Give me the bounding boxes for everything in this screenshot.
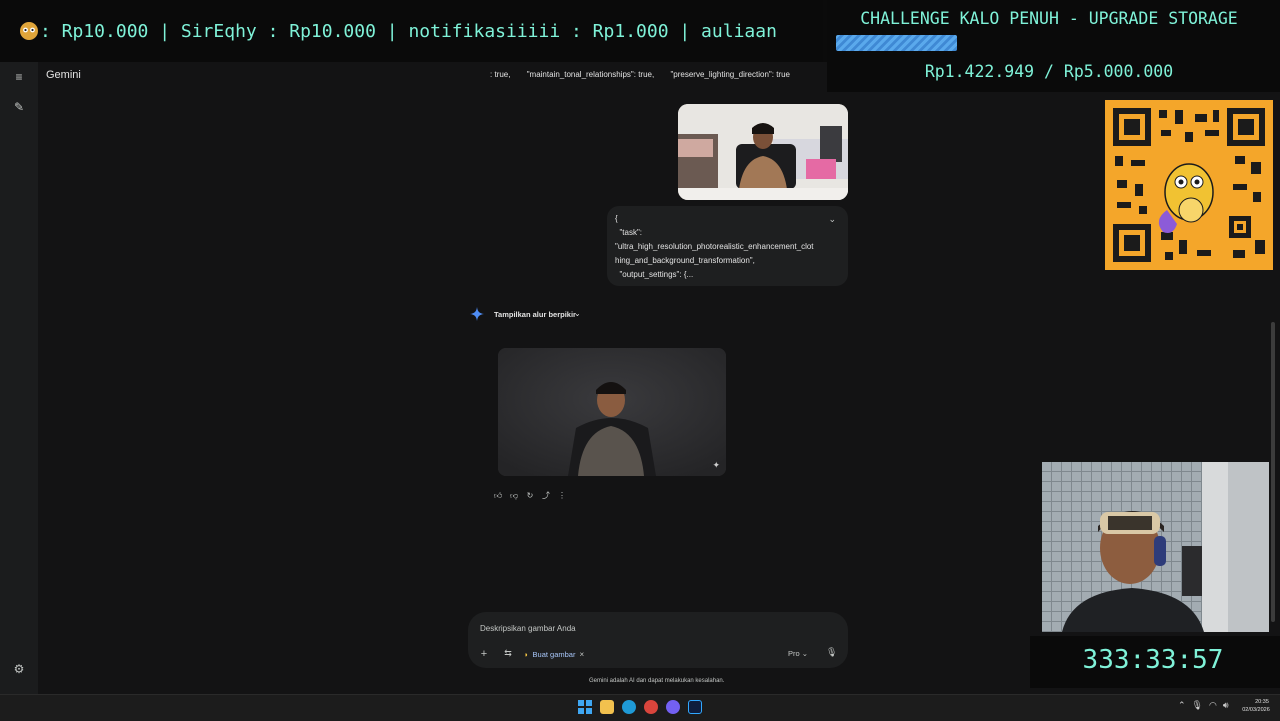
windows-start-icon[interactable] (578, 700, 592, 714)
wifi-icon[interactable]: ◠ (1209, 700, 1217, 711)
clock-time[interactable]: 20:35 (1250, 699, 1274, 705)
create-image-chip[interactable]: ◗ Buat gambar × (524, 647, 584, 661)
challenge-progress-fill (836, 35, 957, 51)
snippet-part: : true, (490, 70, 511, 79)
prompt-input-placeholder[interactable]: Deskripsikan gambar Anda (480, 624, 576, 633)
scrollbar[interactable] (1271, 322, 1275, 622)
response-actions: 👍︎ 👎︎ ↻ ⤴ ⋮ (492, 490, 568, 502)
photoshop-icon[interactable] (688, 700, 702, 714)
uploaded-photo-illustration (678, 104, 848, 200)
chevron-up-icon[interactable]: ⌃ (1178, 700, 1186, 711)
expand-chevron-icon[interactable]: ⌄ (828, 212, 836, 226)
discord-icon[interactable] (666, 700, 680, 714)
thumbs-up-icon[interactable]: 👍︎ (492, 490, 504, 502)
chevron-down-icon[interactable]: ⌄ (574, 309, 581, 318)
user-prompt-bubble: { "task": "ultra_high_resolution_photore… (607, 206, 848, 286)
edit-icon[interactable]: ✎ (10, 98, 28, 116)
challenge-panel: CHALLENGE KALO PENUH - UPGRADE STORAGE R… (827, 0, 1280, 92)
volume-icon[interactable]: 🔊︎ (1223, 700, 1229, 711)
system-tray: ⌃ 🎙︎ ◠ 🔊︎ (1178, 700, 1229, 711)
model-selector[interactable]: Pro ⌄ (788, 649, 808, 658)
mascot-icon (20, 22, 38, 40)
settings-icon[interactable]: ⚙ (10, 660, 28, 678)
taskbar (0, 694, 1280, 721)
challenge-amount: Rp1.422.949 / Rp5.000.000 (924, 62, 1174, 81)
file-explorer-icon[interactable] (600, 700, 614, 714)
snippet-part: "maintain_tonal_relationships": true, (526, 70, 655, 79)
refresh-icon[interactable]: ↻ (524, 490, 536, 502)
menu-icon[interactable]: ≡ (10, 68, 28, 86)
disclaimer-text: Gemini adalah AI dan dapat melakukan kes… (589, 678, 725, 684)
chip-label: Buat gambar (532, 649, 576, 659)
countdown-timer: 333:33:57 (1082, 645, 1224, 675)
previous-prompt-snippet: : true, "maintain_tonal_relationships": … (490, 70, 822, 79)
show-thinking-toggle[interactable]: Tampilkan alur berpikir (494, 310, 576, 319)
sparkle-icon (470, 307, 484, 321)
donation-qr-code (1105, 100, 1273, 270)
prompt-line: { (615, 214, 618, 223)
qr-code-icon (1105, 100, 1273, 270)
mic-icon[interactable]: 🎙︎ (826, 647, 837, 658)
model-label: Pro (788, 649, 800, 658)
prompt-line: "output_settings": {... (615, 270, 694, 279)
generated-image-illustration (498, 348, 726, 476)
chrome-icon[interactable] (644, 700, 658, 714)
prompt-line: "task": (615, 228, 643, 237)
prompt-line: hing_and_background_transformation", (615, 256, 755, 265)
ticker-text: : Rp10.000 | SirEqhy : Rp10.000 | notifi… (40, 21, 777, 42)
tools-icon[interactable]: ⇆ (502, 648, 514, 659)
challenge-progress-bar (836, 35, 1260, 51)
left-rail: ≡ ✎ ⚙ (0, 62, 38, 694)
countdown-timer-panel: 333:33:57 (1030, 636, 1280, 688)
plus-icon[interactable]: + (478, 648, 490, 660)
banana-icon: ◗ (524, 649, 529, 659)
challenge-title: CHALLENGE KALO PENUH - UPGRADE STORAGE (860, 9, 1238, 28)
snippet-part: "preserve_lighting_direction": true (670, 70, 790, 79)
generated-image[interactable]: ✦ (498, 348, 726, 476)
windows-logo-shape (578, 700, 592, 714)
uploaded-photo[interactable] (678, 104, 848, 200)
ticker-line: : Rp10.000 | SirEqhy : Rp10.000 | notifi… (18, 19, 777, 42)
webcam-feed (1042, 462, 1269, 632)
share-icon[interactable]: ⤴ (540, 490, 552, 502)
thumbs-down-icon[interactable]: 👎︎ (508, 490, 520, 502)
sparkle-icon: ✦ (712, 460, 720, 470)
webcam-illustration (1042, 462, 1269, 632)
prompt-line: "ultra_high_resolution_photorealistic_en… (615, 242, 814, 251)
clock-date[interactable]: 02/03/2026 (1238, 707, 1274, 713)
app-title: Gemini (46, 69, 81, 81)
donation-ticker: : Rp10.000 | SirEqhy : Rp10.000 | notifi… (0, 0, 823, 62)
more-icon[interactable]: ⋮ (556, 490, 568, 502)
edge-icon[interactable] (622, 700, 636, 714)
chevron-down-icon: ⌄ (801, 649, 809, 658)
mic-icon[interactable]: 🎙︎ (1192, 700, 1203, 711)
close-icon[interactable]: × (579, 650, 584, 659)
